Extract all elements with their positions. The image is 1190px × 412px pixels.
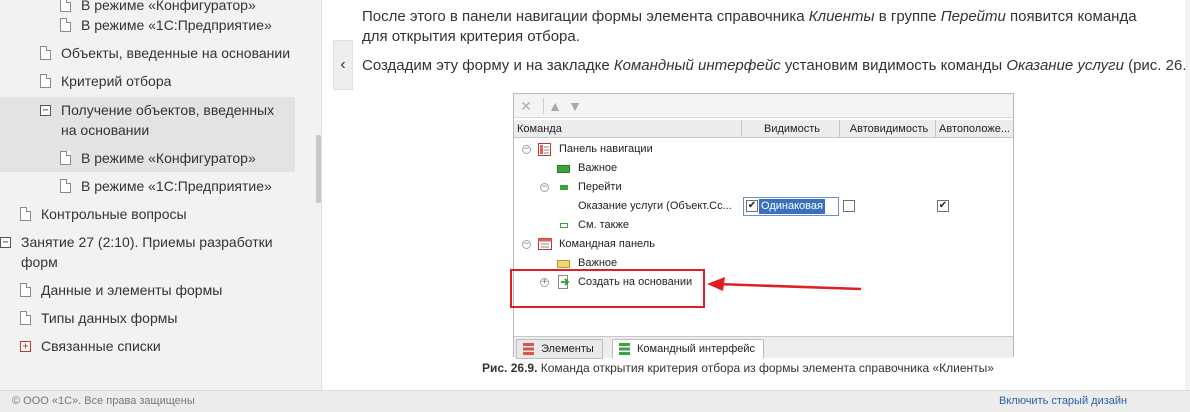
command-interface-icon [619, 343, 630, 355]
column-header-autovisibility[interactable]: Автовидимость [840, 120, 936, 138]
grid-header: Команда Видимость Автовидимость Автополо… [514, 120, 1013, 138]
paragraph-navigation: После этого в панели навигации формы эле… [362, 8, 1137, 45]
toc-item-lesson-27[interactable]: − Занятие 27 (2:10). Приемы разработки ф… [0, 232, 290, 272]
close-icon[interactable]: ✕ [517, 97, 535, 115]
tab-label: Командный интерфейс [637, 343, 756, 355]
toc-item-label: Данные и элементы формы [41, 282, 223, 298]
column-header-autoposition[interactable]: Автоположе... [936, 120, 1015, 138]
elements-icon [523, 343, 534, 355]
tab-label: Элементы [541, 343, 594, 355]
toc-item-form-data[interactable]: Данные и элементы формы [20, 280, 222, 300]
toc-item-label: Занятие 27 (2:10). Приемы разработки фор… [21, 234, 273, 270]
tree-collapse-icon[interactable]: − [522, 145, 531, 154]
expand-icon[interactable]: + [20, 341, 31, 352]
column-header-command[interactable]: Команда [514, 120, 742, 138]
toc-item-label: Связанные списки [41, 338, 161, 354]
sidebar-toc: В режиме «Конфигуратор» В режиме «1С:Пре… [0, 0, 322, 390]
group-green-small-icon [560, 185, 568, 190]
figure-tabs: Элементы Командный интерфейс [514, 336, 1013, 359]
chevron-left-icon: ‹ [340, 56, 346, 73]
toc-item-label: В режиме «Конфигуратор» [81, 0, 256, 13]
tree-collapse-icon[interactable]: − [522, 240, 531, 249]
tab-command-interface[interactable]: Командный интерфейс [612, 339, 765, 359]
page-icon [20, 283, 31, 297]
arrow-up-icon[interactable]: ▲ [546, 97, 564, 115]
highlight-arrow [707, 277, 862, 291]
figure-caption: Рис. 26.9. Команда открытия критерия отб… [482, 361, 994, 375]
row-label: См. также [578, 219, 629, 231]
group-yellow-icon [557, 260, 570, 268]
page-icon [20, 207, 31, 221]
tree-row-navigation-panel[interactable]: − Панель навигации [514, 140, 1013, 159]
toc-item-getting-objects[interactable]: − Получение объектов, введенных на основ… [40, 100, 285, 140]
tab-elements[interactable]: Элементы [516, 339, 603, 359]
nav-panel-icon [538, 143, 551, 156]
row-label: Оказание услуги (Объект.Сс... [578, 200, 732, 212]
toc-item-label: Контрольные вопросы [41, 206, 187, 222]
group-green-small-icon [560, 223, 568, 228]
collapse-icon[interactable]: − [40, 105, 51, 116]
column-header-visibility[interactable]: Видимость [742, 120, 840, 138]
toc-item-label: Критерий отбора [61, 73, 172, 89]
cmd-panel-icon [538, 238, 552, 250]
toc-item-label: Получение объектов, введенных на основан… [61, 102, 275, 138]
arrow-down-icon[interactable]: ▼ [566, 97, 584, 115]
paragraph-create-form: Создадим эту форму и на закладке Командн… [362, 57, 1190, 74]
tree-row-command-panel[interactable]: − Командная панель [514, 235, 1013, 254]
collapse-sidebar-button[interactable]: ‹ [333, 40, 353, 90]
visibility-value: Одинаковая [759, 199, 825, 214]
tree-row-see-also[interactable]: См. также [514, 216, 1013, 235]
toc-item-filter-criterion[interactable]: Критерий отбора [40, 71, 171, 91]
toc-item-enterprise-2[interactable]: В режиме «1С:Предприятие» [60, 176, 272, 196]
highlight-box [510, 269, 705, 308]
tree-row-go-to[interactable]: − Перейти [514, 178, 1013, 197]
main-scrollbar[interactable] [1185, 0, 1190, 390]
page-icon [60, 0, 71, 12]
figure-command-interface: ✕ ▲ ▼ Команда Видимость Автовидимость Ав… [513, 93, 1014, 359]
sidebar-divider [321, 0, 322, 390]
toolbar-separator [543, 98, 544, 114]
old-design-link[interactable]: Включить старый дизайн [999, 395, 1127, 407]
page-icon [60, 18, 71, 32]
page-icon [60, 179, 71, 193]
footer: © ООО «1С». Все права защищены Включить … [0, 390, 1190, 412]
tree-row-service-order[interactable]: Оказание услуги (Объект.Сс... ✔ Одинаков… [514, 197, 1013, 216]
toc-item-label: В режиме «1С:Предприятие» [81, 17, 272, 33]
tree-collapse-icon[interactable]: − [540, 183, 549, 192]
toc-item-control-questions[interactable]: Контрольные вопросы [20, 204, 187, 224]
page-icon [40, 46, 51, 60]
autovisibility-checkbox[interactable] [843, 200, 855, 212]
toc-item-configurator-1[interactable]: В режиме «Конфигуратор» [60, 0, 256, 15]
row-label: Панель навигации [559, 143, 653, 155]
toc-item-label: В режиме «Конфигуратор» [81, 150, 256, 166]
row-label: Важное [578, 162, 618, 174]
visibility-checkbox[interactable]: ✔ [746, 200, 758, 212]
toc-item-enterprise-1[interactable]: В режиме «1С:Предприятие» [60, 15, 272, 35]
toc-item-label: Типы данных формы [41, 310, 178, 326]
group-green-icon [557, 165, 570, 173]
toc-item-label: В режиме «1С:Предприятие» [81, 178, 272, 194]
page-icon [60, 151, 71, 165]
row-label: Перейти [578, 181, 622, 193]
collapse-icon[interactable]: − [0, 237, 11, 248]
page-icon [40, 74, 51, 88]
toc-item-label: Объекты, введенные на основании [61, 45, 291, 61]
toc-item-form-data-types[interactable]: Типы данных формы [20, 308, 177, 328]
figure-toolbar: ✕ ▲ ▼ [514, 94, 1013, 118]
toc-item-configurator-2[interactable]: В режиме «Конфигуратор» [60, 148, 256, 168]
page-icon [20, 311, 31, 325]
row-label: Командная панель [559, 238, 655, 250]
toc-item-linked-lists[interactable]: + Связанные списки [20, 336, 161, 356]
toc-item-objects-based[interactable]: Объекты, введенные на основании [40, 43, 290, 63]
copyright-text: © ООО «1С». Все права защищены [12, 395, 195, 407]
tree-row-important-nav[interactable]: Важное [514, 159, 1013, 178]
autoposition-checkbox[interactable]: ✔ [937, 200, 949, 212]
